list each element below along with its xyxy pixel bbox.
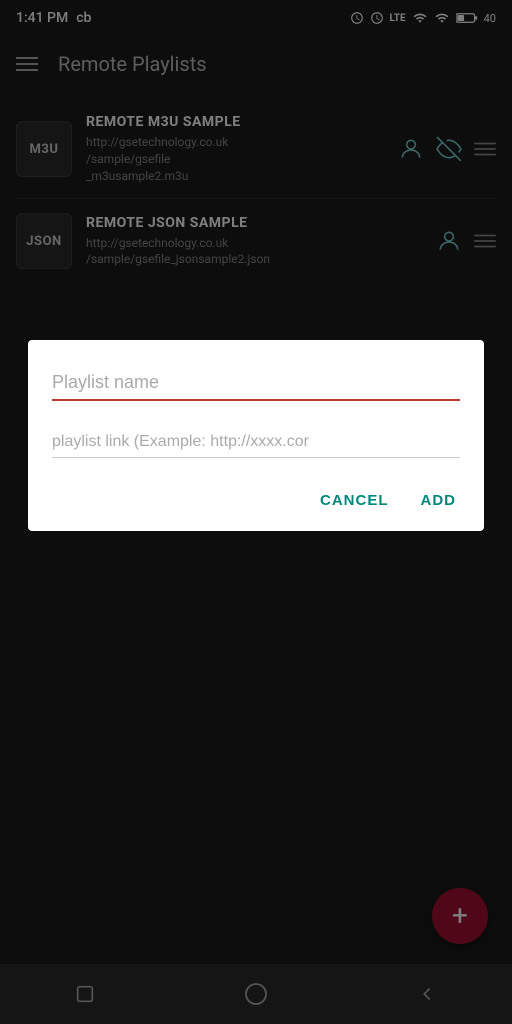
playlist-link-wrap xyxy=(52,429,460,458)
add-playlist-dialog: CANCEL ADD xyxy=(28,340,484,531)
add-button[interactable]: ADD xyxy=(417,486,461,515)
cancel-button[interactable]: CANCEL xyxy=(316,486,393,515)
playlist-name-input[interactable] xyxy=(52,368,460,401)
dialog-actions: CANCEL ADD xyxy=(52,482,460,515)
playlist-name-wrap xyxy=(52,368,460,401)
playlist-link-input[interactable] xyxy=(52,429,460,458)
